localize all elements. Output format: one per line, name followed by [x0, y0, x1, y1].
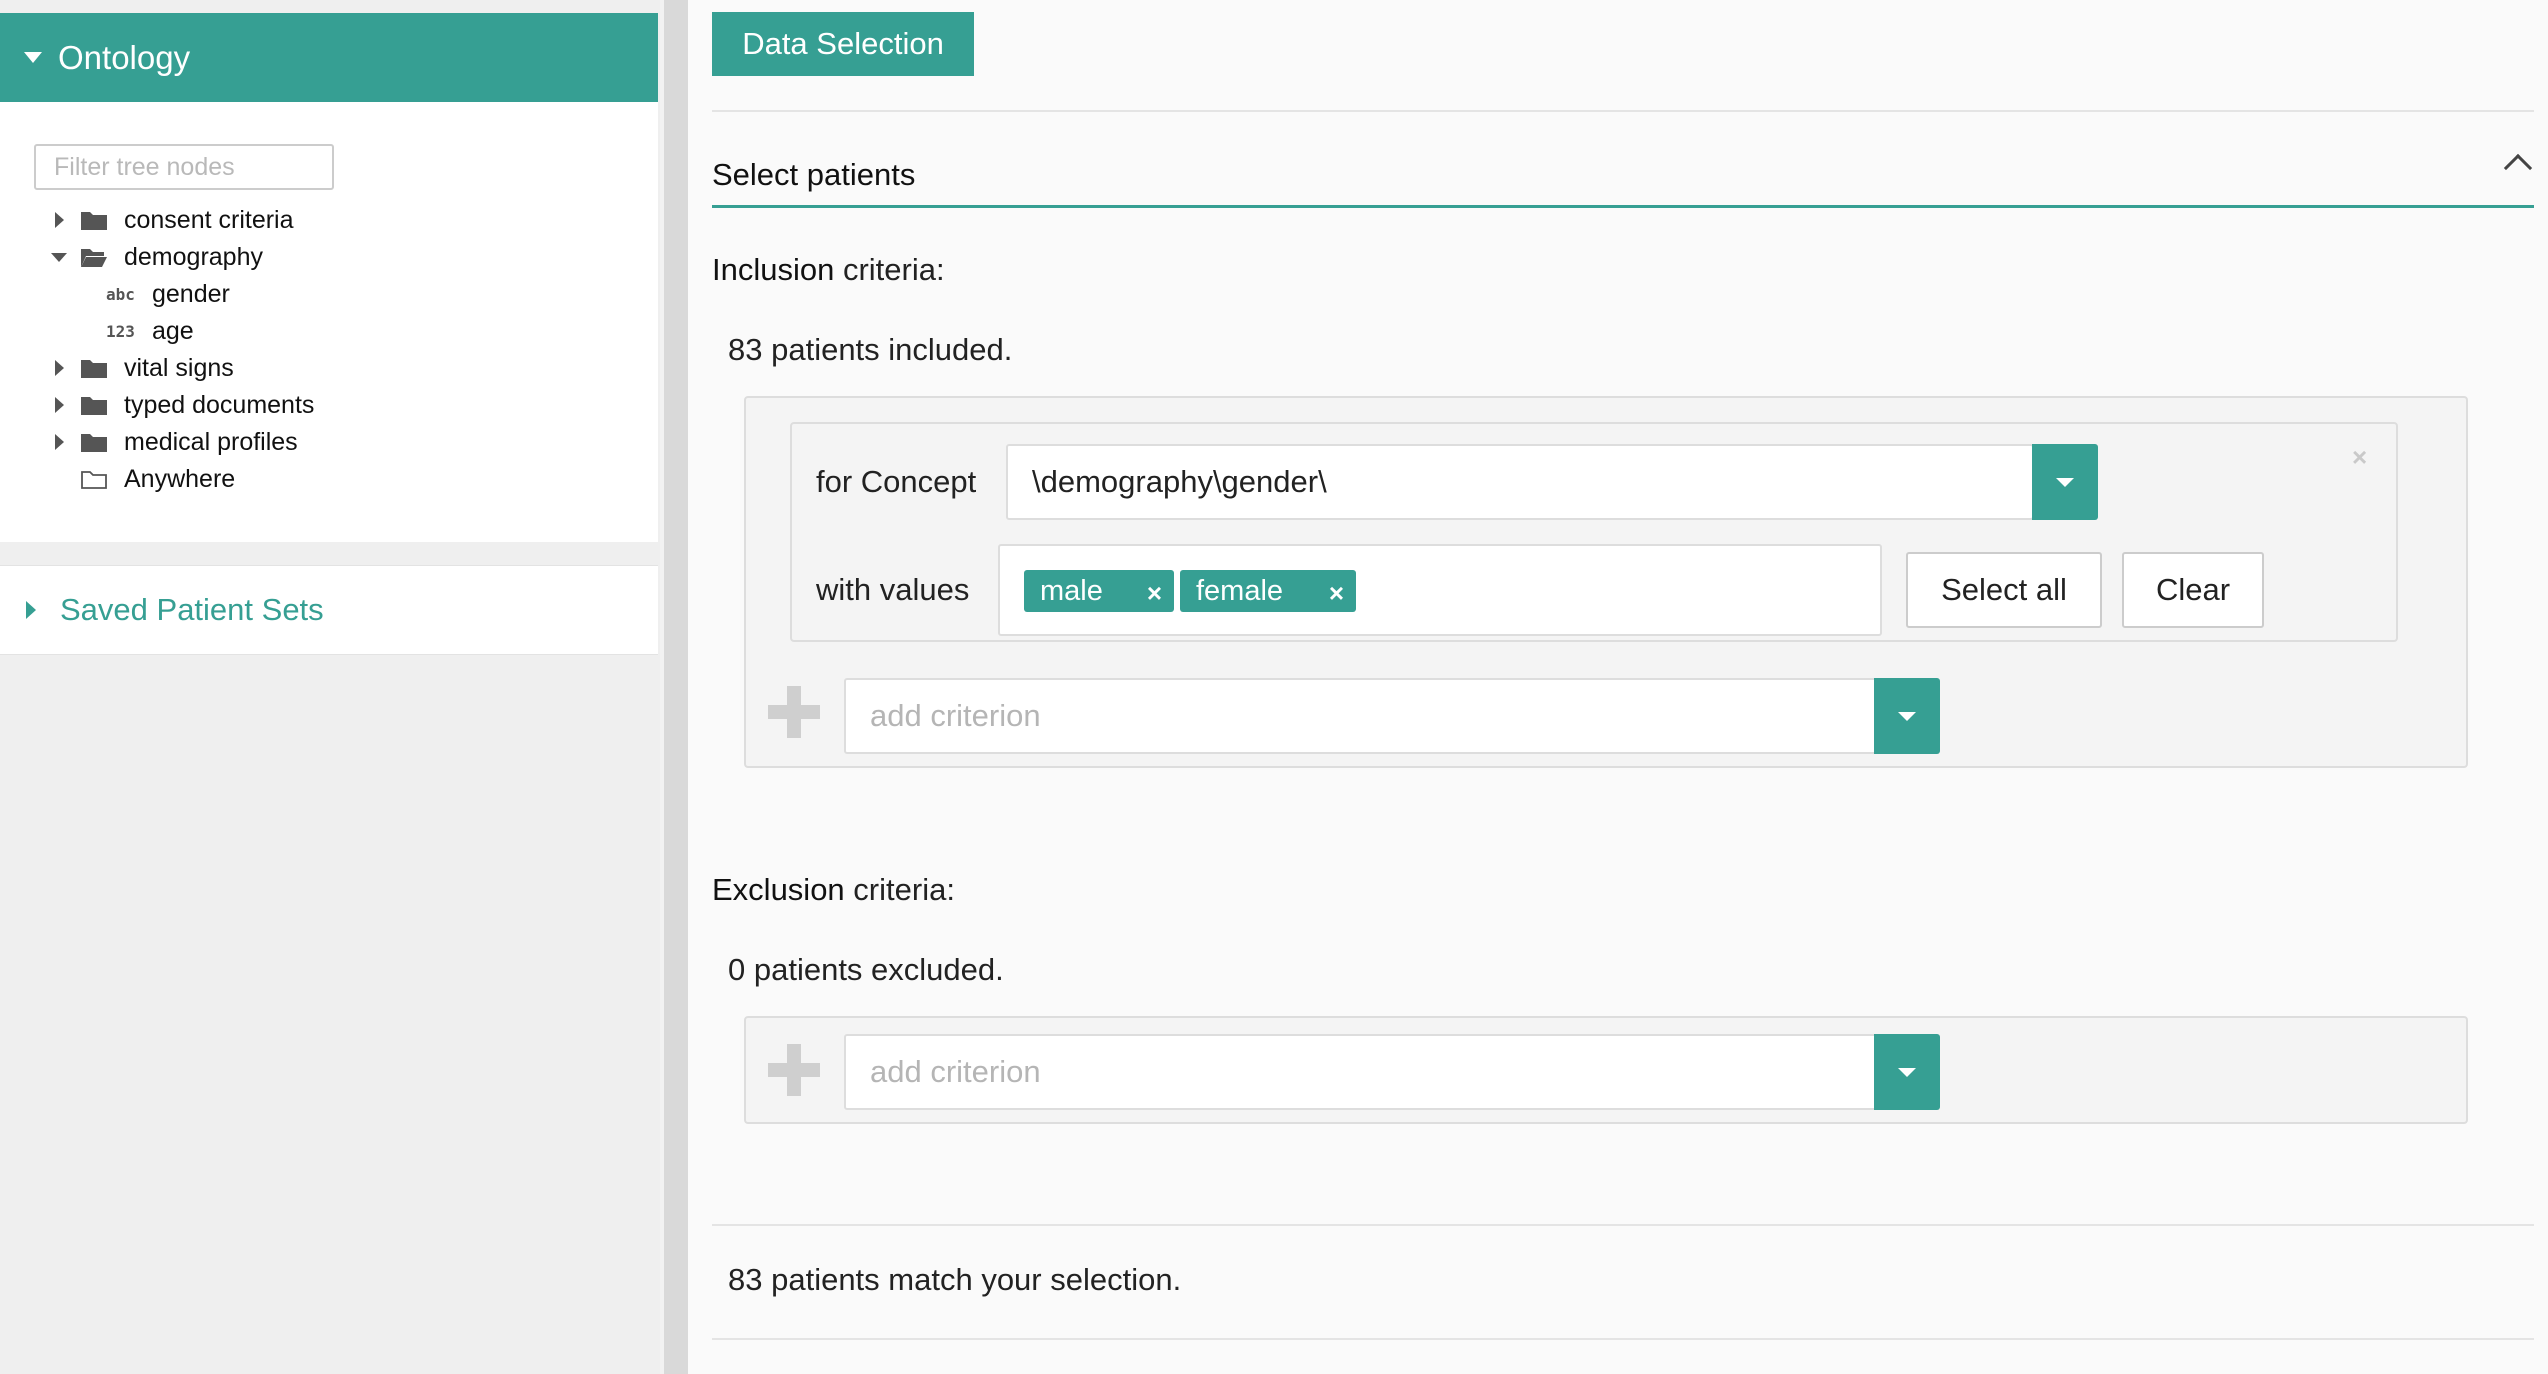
folder-icon — [81, 397, 107, 415]
plus-icon[interactable] — [768, 686, 820, 738]
folder-icon — [81, 434, 107, 452]
concept-value: \demography\gender\ — [1032, 464, 1327, 499]
caret-right-icon[interactable] — [54, 434, 64, 450]
tree-node-vital-signs[interactable]: vital signs — [44, 350, 234, 386]
divider — [712, 1224, 2534, 1226]
add-criterion-placeholder: add criterion — [870, 698, 1041, 733]
tree-node-label: typed documents — [124, 390, 315, 419]
tree-node-typed-documents[interactable]: typed documents — [44, 387, 314, 423]
inclusion-criteria-title: Inclusion criteria: — [712, 252, 945, 287]
exclusion-criteria-title: Exclusion criteria: — [712, 872, 955, 907]
text-type-icon: abc — [106, 284, 135, 304]
folder-open-icon — [81, 249, 107, 267]
match-summary: 83 patients match your selection. — [728, 1262, 1182, 1297]
panel-splitter[interactable] — [664, 0, 688, 1374]
tree-node-label: gender — [152, 279, 230, 308]
section-underline — [712, 205, 2534, 208]
main-panel: Data Selection Select patients Inclusion… — [688, 0, 2548, 1374]
saved-patient-sets-header[interactable]: Saved Patient Sets — [0, 565, 658, 655]
tree-node-demography[interactable]: demography — [44, 239, 263, 275]
caret-right-icon[interactable] — [54, 397, 64, 413]
plus-icon[interactable] — [768, 1044, 820, 1096]
sidebar: Ontology consent criteria demography abc… — [0, 0, 660, 1374]
tree-node-label: age — [152, 316, 194, 345]
concept-select[interactable]: \demography\gender\ — [1006, 444, 2034, 520]
tree-node-consent-criteria[interactable]: consent criteria — [44, 202, 294, 238]
value-tag-male[interactable]: male × — [1024, 570, 1174, 612]
inclusion-criteria-box: for Concept \demography\gender\ × with v… — [744, 396, 2468, 768]
tree-node-age[interactable]: 123 age — [106, 313, 194, 349]
ontology-tree-panel: consent criteria demography abc gender 1… — [0, 102, 658, 542]
value-tag-female[interactable]: female × — [1180, 570, 1356, 612]
exclusion-criteria-box: add criterion — [744, 1016, 2468, 1124]
numeric-type-icon: 123 — [106, 321, 135, 341]
add-criterion-select[interactable]: add criterion — [844, 678, 1878, 754]
tab-data-selection[interactable]: Data Selection — [712, 12, 974, 76]
saved-patient-sets-label: Saved Patient Sets — [60, 592, 324, 627]
caret-down-icon — [24, 52, 42, 63]
tree-node-label: consent criteria — [124, 205, 294, 234]
tree-node-label: vital signs — [124, 353, 234, 382]
ontology-title: Ontology — [58, 38, 191, 76]
criterion-card: for Concept \demography\gender\ × with v… — [790, 422, 2398, 642]
folder-icon — [81, 360, 107, 378]
tree-node-anywhere[interactable]: Anywhere — [44, 461, 235, 497]
add-criterion-dropdown-button[interactable] — [1874, 1034, 1940, 1110]
select-all-button[interactable]: Select all — [1906, 552, 2102, 628]
caret-down-icon — [2056, 477, 2074, 487]
tree-node-gender[interactable]: abc gender — [106, 276, 230, 312]
concept-dropdown-button[interactable] — [2032, 444, 2098, 520]
tree-node-label: medical profiles — [124, 427, 298, 456]
tree-node-label: Anywhere — [124, 464, 236, 493]
folder-outline-icon — [81, 471, 107, 489]
section-title: Select patients — [712, 157, 916, 192]
ontology-panel-header[interactable]: Ontology — [0, 13, 658, 102]
clear-button[interactable]: Clear — [2122, 552, 2264, 628]
remove-tag-icon[interactable]: × — [1329, 578, 1344, 609]
divider — [712, 110, 2534, 112]
caret-down-icon — [1898, 1067, 1916, 1077]
tree-node-label: demography — [124, 242, 263, 271]
folder-icon — [81, 212, 107, 230]
remove-tag-icon[interactable]: × — [1147, 578, 1162, 609]
add-criterion-placeholder: add criterion — [870, 1054, 1041, 1089]
filter-tree-input[interactable] — [34, 144, 334, 190]
exclusion-count: 0 patients excluded. — [728, 952, 1004, 987]
with-values-label: with values — [816, 572, 970, 607]
divider — [712, 1338, 2534, 1340]
caret-right-icon[interactable] — [54, 360, 64, 376]
caret-down-icon — [1898, 711, 1916, 721]
caret-down-icon[interactable] — [51, 252, 67, 262]
add-criterion-dropdown-button[interactable] — [1874, 678, 1940, 754]
add-criterion-select[interactable]: add criterion — [844, 1034, 1878, 1110]
select-patients-header[interactable]: Select patients — [712, 140, 2534, 210]
caret-right-icon[interactable] — [54, 212, 64, 228]
inclusion-count: 83 patients included. — [728, 332, 1013, 367]
remove-criterion-icon[interactable]: × — [2352, 442, 2367, 473]
chevron-up-icon[interactable] — [2503, 153, 2533, 183]
for-concept-label: for Concept — [816, 464, 977, 499]
tree-node-medical-profiles[interactable]: medical profiles — [44, 424, 298, 460]
caret-right-icon — [26, 601, 36, 619]
